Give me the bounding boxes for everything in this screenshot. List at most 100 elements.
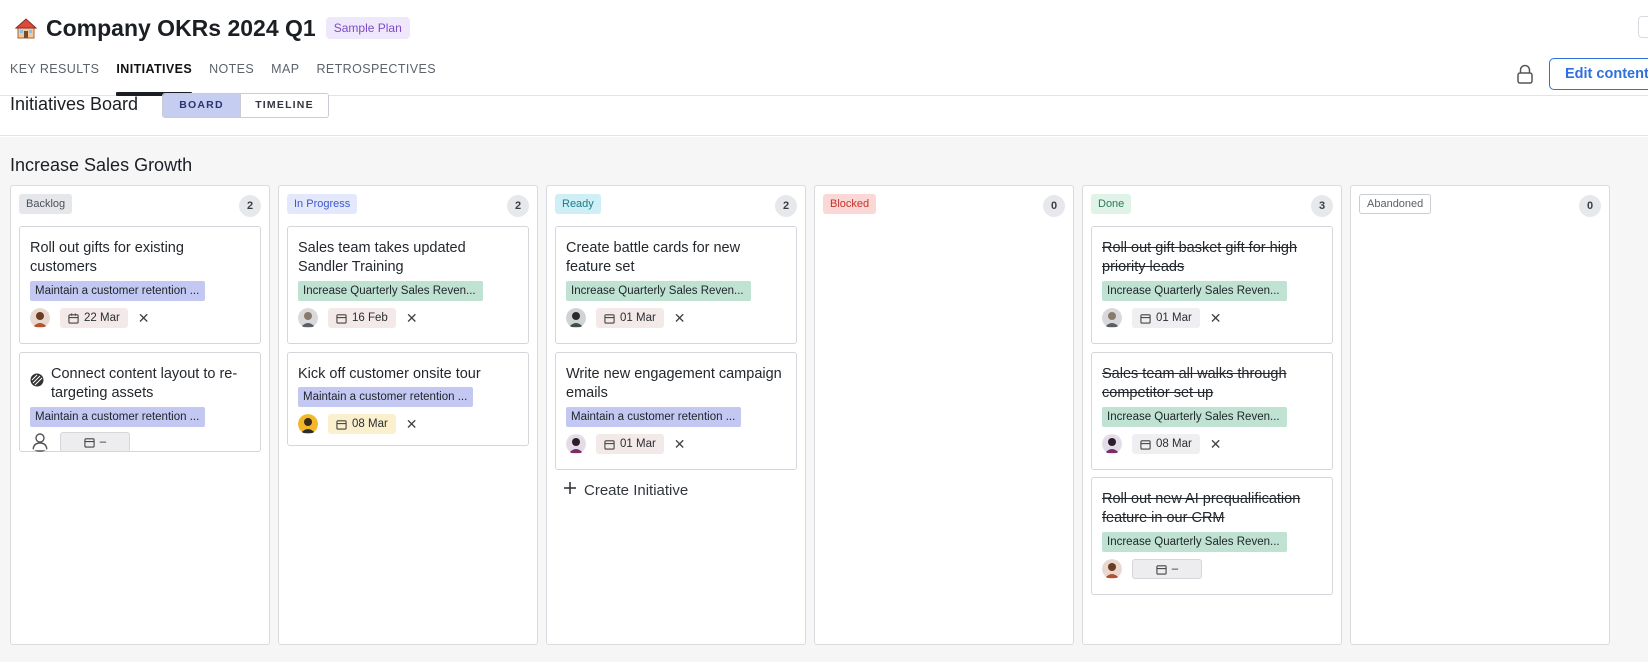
close-icon[interactable]: ✕	[674, 437, 686, 451]
close-icon[interactable]: ✕	[406, 311, 418, 325]
column-count: 2	[507, 195, 529, 217]
initiative-card[interactable]: Connect content layout to re-targeting a…	[19, 352, 261, 452]
card-title: Connect content layout to re-targeting a…	[51, 366, 238, 401]
column-abandoned: Abandoned 0	[1350, 185, 1610, 645]
flag-icon[interactable]	[1638, 16, 1648, 38]
card-title: Sales team takes updated Sandler Trainin…	[298, 240, 466, 275]
due-date-pill[interactable]: 08 Mar	[1132, 434, 1200, 454]
view-board-button[interactable]: BOARD	[163, 94, 240, 117]
board-title: Initiatives Board	[10, 94, 139, 114]
close-icon[interactable]: ✕	[1210, 311, 1222, 325]
close-icon[interactable]: ✕	[674, 311, 686, 325]
status-badge: In Progress	[287, 194, 358, 214]
calendar-icon	[68, 312, 79, 324]
due-date-pill[interactable]: –	[60, 432, 130, 452]
card-meta: 08 Mar ✕	[298, 413, 418, 435]
avatar[interactable]	[1102, 308, 1122, 328]
create-initiative-button[interactable]: Create Initiative	[563, 481, 688, 499]
due-date-pill[interactable]: 16 Feb	[328, 308, 396, 328]
nav-tabs: KEY RESULTS INITIATIVES NOTES MAP RETROS…	[10, 62, 436, 96]
key-result-tag[interactable]: Increase Quarterly Sales Reven...	[566, 281, 751, 301]
key-result-tag[interactable]: Increase Quarterly Sales Reven...	[298, 281, 483, 301]
due-date-pill[interactable]: 08 Mar	[328, 414, 396, 434]
due-date-pill[interactable]: 01 Mar	[596, 308, 664, 328]
card-title: Write new engagement campaign emails	[566, 366, 782, 401]
column-header: Blocked 0	[823, 194, 1065, 217]
close-icon[interactable]: ✕	[406, 417, 418, 431]
close-icon[interactable]: ✕	[1210, 437, 1222, 451]
column-count: 2	[239, 195, 261, 217]
avatar[interactable]	[566, 434, 586, 454]
house-icon	[14, 16, 38, 40]
view-timeline-button[interactable]: TIMELINE	[240, 94, 328, 117]
tab-notes[interactable]: NOTES	[209, 62, 254, 96]
lock-icon[interactable]	[1516, 64, 1534, 84]
calendar-icon	[336, 313, 347, 324]
status-badge: Abandoned	[1359, 194, 1432, 214]
calendar-icon	[1140, 439, 1151, 450]
avatar[interactable]	[298, 308, 318, 328]
tab-initiatives[interactable]: INITIATIVES	[116, 62, 192, 96]
initiative-card[interactable]: Roll out new AI prequalification feature…	[1091, 477, 1333, 595]
avatar[interactable]	[298, 414, 318, 434]
edit-content-button[interactable]: Edit content	[1549, 58, 1648, 90]
card-meta: –	[30, 431, 130, 453]
tab-map[interactable]: MAP	[271, 62, 299, 96]
column-backlog: Backlog 2 Roll out gifts for existing cu…	[10, 185, 270, 645]
initiative-card[interactable]: Roll out gift basket gift for high prior…	[1091, 226, 1333, 344]
calendar-icon	[336, 419, 347, 430]
initiative-card[interactable]: Sales team all walks through competitor …	[1091, 352, 1333, 470]
due-date-pill[interactable]: 22 Mar	[60, 308, 128, 328]
board-area: Increase Sales Growth Backlog 2 Roll out…	[0, 137, 1648, 662]
key-result-tag[interactable]: Increase Quarterly Sales Reven...	[1102, 532, 1287, 552]
board-subheader: Initiatives Board BOARD TIMELINE	[0, 93, 1648, 136]
initiative-card[interactable]: Write new engagement campaign emails Mai…	[555, 352, 797, 470]
avatar[interactable]	[566, 308, 586, 328]
card-title: Create battle cards for new feature set	[566, 240, 741, 275]
card-meta: 08 Mar ✕	[1102, 433, 1222, 455]
column-ready: Ready 2 Create battle cards for new feat…	[546, 185, 806, 645]
close-icon[interactable]: ✕	[138, 311, 150, 325]
due-date: –	[1171, 563, 1179, 575]
view-toggle: BOARD TIMELINE	[162, 93, 329, 118]
card-title: Roll out gift basket gift for high prior…	[1102, 240, 1298, 275]
avatar[interactable]	[30, 308, 50, 328]
key-result-tag[interactable]: Increase Quarterly Sales Reven...	[1102, 407, 1287, 427]
key-result-tag[interactable]: Increase Quarterly Sales Reven...	[1102, 281, 1287, 301]
due-date: 01 Mar	[620, 438, 656, 450]
column-blocked: Blocked 0	[814, 185, 1074, 645]
card-meta: 01 Mar ✕	[566, 433, 686, 455]
column-count: 3	[1311, 195, 1333, 217]
tab-retrospectives[interactable]: RETROSPECTIVES	[316, 62, 436, 96]
sample-plan-badge: Sample Plan	[325, 17, 410, 39]
content-icon	[30, 373, 44, 387]
person-icon[interactable]	[30, 432, 50, 452]
key-result-tag[interactable]: Maintain a customer retention ...	[30, 407, 205, 427]
initiative-card[interactable]: Sales team takes updated Sandler Trainin…	[287, 226, 529, 344]
due-date: –	[99, 436, 107, 448]
card-title: Kick off customer onsite tour	[298, 366, 481, 382]
calendar-icon	[1140, 313, 1151, 324]
calendar-icon	[604, 313, 615, 324]
due-date: 01 Mar	[620, 312, 656, 324]
card-meta: 01 Mar ✕	[566, 307, 686, 329]
initiative-card[interactable]: Kick off customer onsite tour Maintain a…	[287, 352, 529, 446]
top-header: Company OKRs 2024 Q1 Sample Plan KEY RES…	[0, 0, 1648, 96]
calendar-icon	[1156, 564, 1167, 575]
tab-key-results[interactable]: KEY RESULTS	[10, 62, 99, 96]
due-date-pill[interactable]: –	[1132, 559, 1202, 579]
due-date-pill[interactable]: 01 Mar	[1132, 308, 1200, 328]
plus-icon	[563, 481, 577, 499]
avatar[interactable]	[1102, 559, 1122, 579]
key-result-tag[interactable]: Maintain a customer retention ...	[566, 407, 741, 427]
create-initiative-label: Create Initiative	[584, 481, 689, 499]
key-result-tag[interactable]: Maintain a customer retention ...	[30, 281, 205, 301]
initiative-card[interactable]: Roll out gifts for existing customers Ma…	[19, 226, 261, 344]
column-header: Ready 2	[555, 194, 797, 217]
avatar[interactable]	[1102, 434, 1122, 454]
due-date-pill[interactable]: 01 Mar	[596, 434, 664, 454]
due-date: 08 Mar	[352, 418, 388, 430]
title-row: Company OKRs 2024 Q1 Sample Plan	[14, 12, 410, 44]
initiative-card[interactable]: Create battle cards for new feature set …	[555, 226, 797, 344]
key-result-tag[interactable]: Maintain a customer retention ...	[298, 387, 473, 407]
